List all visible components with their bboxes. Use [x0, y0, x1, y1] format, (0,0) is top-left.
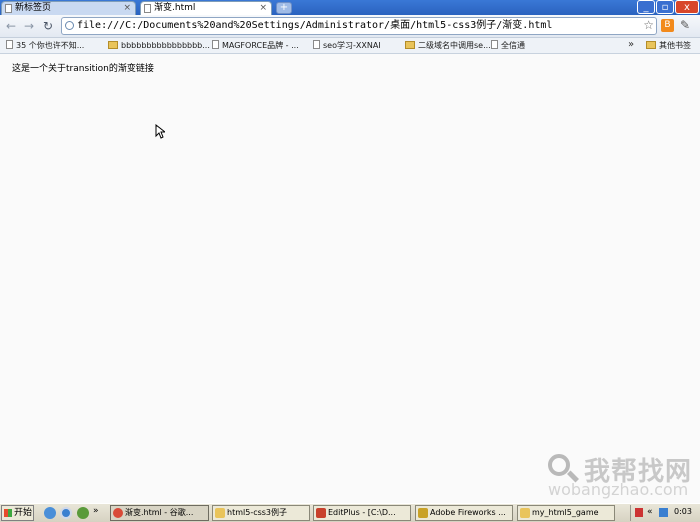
extension-icon[interactable]: B: [661, 19, 674, 32]
quicklaunch-ie-icon[interactable]: [44, 507, 56, 519]
back-icon[interactable]: ←: [4, 19, 18, 33]
tab-strip: 新标签页 × 渐变.html × + _ ▫ x: [0, 0, 700, 15]
watermark-url: wobangzhao.com: [548, 480, 689, 499]
mouse-cursor-icon: [155, 124, 165, 139]
minimize-button[interactable]: _: [637, 0, 655, 14]
other-bookmarks-folder[interactable]: 其他书签: [646, 39, 691, 52]
taskbar-clock: 0:03: [674, 507, 692, 516]
wrench-icon[interactable]: ✎: [680, 18, 690, 32]
bookmark-label: 全信通: [501, 41, 525, 50]
page-icon: [212, 40, 219, 49]
fireworks-icon: [418, 508, 428, 518]
quicklaunch-overflow[interactable]: »: [93, 506, 99, 516]
close-icon: x: [684, 2, 690, 13]
bookmark-item[interactable]: 全信通: [491, 39, 525, 52]
tab-title: 新标签页: [15, 3, 52, 13]
taskbar: 开始 » 渐变.html - 谷歌... html5-css3例子 EditPl…: [0, 503, 700, 522]
editplus-icon: [316, 508, 326, 518]
globe-icon: [65, 21, 74, 30]
bookmark-item[interactable]: 35 个你也许不知...: [6, 39, 84, 52]
quicklaunch-browser-icon[interactable]: [60, 507, 72, 519]
page-content: 这是一个关于transition的渐变链接: [0, 54, 700, 503]
transition-gradient-link[interactable]: 这是一个关于transition的渐变链接: [12, 61, 154, 74]
task-label: my_html5_game: [532, 508, 599, 517]
bookmark-star-icon[interactable]: ☆: [643, 18, 654, 32]
chevron-right-icon: »: [628, 39, 635, 50]
start-label: 开始: [14, 508, 33, 518]
bookmark-item[interactable]: bbbbbbbbbbbbbbbb...: [108, 39, 210, 52]
close-icon[interactable]: ×: [123, 2, 131, 14]
task-label: EditPlus - [C:\D...: [328, 508, 396, 517]
chrome-icon: [113, 508, 123, 518]
bookmark-label: 35 个你也许不知...: [16, 41, 85, 50]
start-button[interactable]: 开始: [1, 505, 34, 521]
bookmarks-overflow-button[interactable]: »: [628, 38, 634, 51]
tab-new-tab[interactable]: 新标签页 ×: [1, 1, 136, 15]
restore-icon: ▫: [661, 2, 669, 13]
folder-icon: [405, 41, 415, 49]
bookmark-label: seo学习-XXNAI: [323, 41, 381, 50]
page-icon: [6, 40, 13, 49]
tab-title: 渐变.html: [154, 3, 196, 13]
task-editplus[interactable]: EditPlus - [C:\D...: [313, 505, 411, 521]
url-text: file:///C:/Documents%20and%20Settings/Ad…: [77, 20, 553, 31]
tray-app-icon[interactable]: [635, 508, 643, 517]
page-icon: [144, 4, 151, 13]
folder-icon: [520, 508, 530, 518]
folder-icon: [108, 41, 118, 49]
tray-network-icon[interactable]: [659, 508, 668, 517]
task-chrome[interactable]: 渐变.html - 谷歌...: [110, 505, 209, 521]
task-label: html5-css3例子: [227, 508, 288, 517]
bookmark-label: bbbbbbbbbbbbbbbb...: [121, 41, 210, 50]
minimize-icon: _: [643, 2, 649, 13]
bookmark-item[interactable]: seo学习-XXNAI: [313, 39, 381, 52]
tray-rewind-icon[interactable]: «: [647, 507, 653, 517]
bookmark-label: MAGFORCE品牌 - ...: [222, 41, 299, 50]
plus-icon: +: [279, 2, 289, 13]
task-folder-game[interactable]: my_html5_game: [517, 505, 615, 521]
close-icon[interactable]: ×: [259, 2, 267, 14]
task-label: 渐变.html - 谷歌...: [125, 508, 194, 517]
bookmark-item[interactable]: 二级域名中调用se...: [405, 39, 491, 52]
page-icon: [491, 40, 498, 49]
forward-icon[interactable]: →: [22, 19, 36, 33]
task-fireworks[interactable]: Adobe Fireworks ...: [415, 505, 513, 521]
browser-toolbar: ← → ↻ file:///C:/Documents%20and%20Setti…: [0, 15, 700, 38]
new-tab-button[interactable]: +: [276, 2, 292, 14]
folder-icon: [646, 41, 656, 49]
tab-gradient-html[interactable]: 渐变.html ×: [140, 1, 272, 15]
folder-icon: [215, 508, 225, 518]
bookmark-item[interactable]: MAGFORCE品牌 - ...: [212, 39, 299, 52]
maximize-button[interactable]: ▫: [656, 0, 674, 14]
bookmarks-bar: 35 个你也许不知... bbbbbbbbbbbbbbbb... MAGFORC…: [0, 38, 700, 54]
close-window-button[interactable]: x: [675, 0, 699, 14]
windows-flag-icon: [4, 509, 12, 517]
address-bar[interactable]: file:///C:/Documents%20and%20Settings/Ad…: [61, 17, 657, 35]
task-folder-html5[interactable]: html5-css3例子: [212, 505, 310, 521]
quicklaunch-app-icon[interactable]: [77, 507, 89, 519]
reload-icon[interactable]: ↻: [41, 19, 55, 33]
page-icon: [5, 4, 12, 13]
bookmark-label: 其他书签: [659, 41, 691, 50]
task-label: Adobe Fireworks ...: [430, 508, 506, 517]
bookmark-label: 二级域名中调用se...: [418, 41, 491, 50]
page-icon: [313, 40, 320, 49]
